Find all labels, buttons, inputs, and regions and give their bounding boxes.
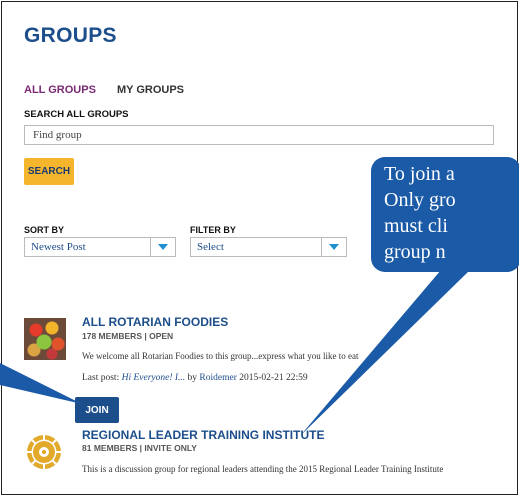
callout-text: To join a Only gro must cli group n <box>384 163 456 263</box>
